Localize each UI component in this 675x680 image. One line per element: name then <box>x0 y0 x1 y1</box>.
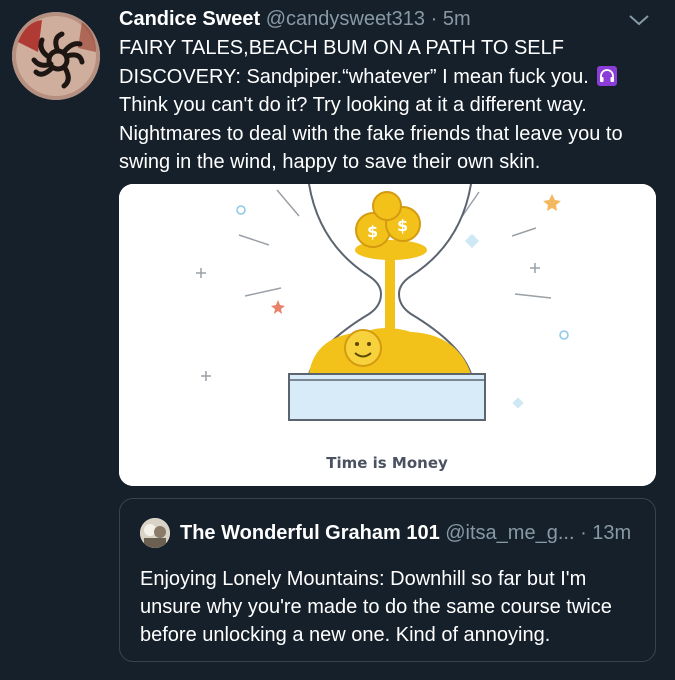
quoted-author-avatar <box>140 518 170 548</box>
tweet-text-part2: Think you can't do it? Try looking at it… <box>119 94 623 173</box>
quoted-header-separator: · <box>580 522 587 544</box>
quoted-tweet-header: The Wonderful Graham 101 @itsa_me_g... ·… <box>180 519 631 547</box>
quoted-author-handle: @itsa_me_g... <box>445 522 575 544</box>
hourglass-illustration: $ $ Time is Money <box>119 184 656 486</box>
chevron-down-icon[interactable] <box>627 8 651 32</box>
header-separator: · <box>430 8 438 30</box>
headphones-icon <box>597 65 618 86</box>
author-handle[interactable]: @candysweet313 <box>266 8 425 30</box>
tweet-text: FAIRY TALES,BEACH BUM ON A PATH TO SELF … <box>119 34 659 177</box>
svg-text:$: $ <box>367 222 378 241</box>
quoted-tweet-text: Enjoying Lonely Mountains: Downhill so f… <box>140 568 612 646</box>
tweet-text-part1: FAIRY TALES,BEACH BUM ON A PATH TO SELF … <box>119 37 589 88</box>
svg-text:$: $ <box>397 216 408 235</box>
quoted-avatar-image <box>140 518 170 548</box>
quoted-author-name: The Wonderful Graham 101 <box>180 522 440 544</box>
author-avatar[interactable] <box>12 12 100 100</box>
avatar-image <box>12 12 100 100</box>
author-name[interactable]: Candice Sweet <box>119 8 260 30</box>
quoted-tweet-timestamp: 13m <box>592 522 632 544</box>
tweet-header: Candice Sweet @candysweet313 · 5m <box>119 6 655 34</box>
tweet-timestamp[interactable]: 5m <box>443 8 471 30</box>
quoted-tweet[interactable]: The Wonderful Graham 101 @itsa_me_g... ·… <box>119 498 656 662</box>
media-caption: Time is Money <box>326 454 448 472</box>
tweet-media[interactable]: $ $ Time is Money <box>119 184 656 486</box>
